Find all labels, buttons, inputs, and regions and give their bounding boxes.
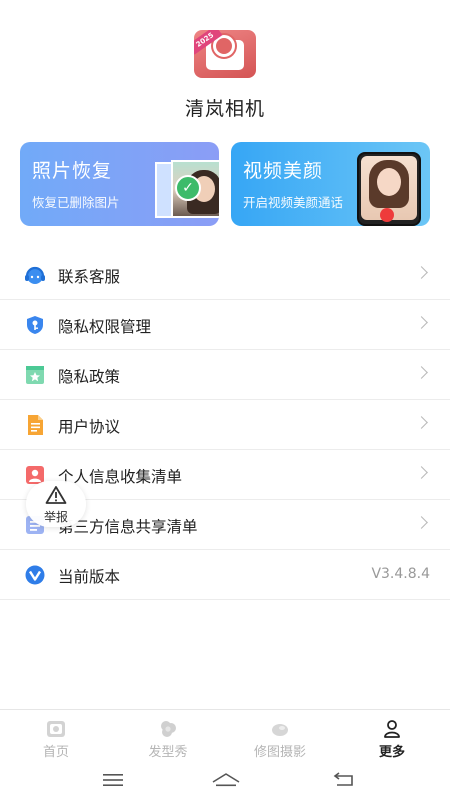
hang-up-icon	[380, 208, 394, 222]
photo-recovery-subtitle: 恢复已删除图片	[32, 195, 120, 210]
tab-more[interactable]: 更多	[336, 710, 448, 765]
back-icon[interactable]	[331, 772, 355, 788]
person-icon	[384, 720, 400, 738]
menu-item-user-agreement[interactable]: 用户协议	[0, 400, 450, 450]
menu-item-current-version: 当前版本 V3.4.8.4	[0, 550, 450, 600]
report-label: 举报	[43, 510, 68, 524]
bookmark-star-icon	[26, 366, 44, 384]
chevron-right-icon	[415, 266, 428, 279]
app-header: 2025 清岚相机	[0, 0, 450, 130]
shield-key-icon	[27, 316, 43, 334]
tab-label: 更多	[378, 745, 405, 760]
video-beauty-subtitle: 开启视频美颜通话	[243, 195, 344, 210]
tab-label: 首页	[42, 745, 69, 760]
tab-label: 发型秀	[148, 745, 188, 760]
chevron-right-icon	[415, 366, 428, 379]
menu-item-label: 个人信息收集清单	[58, 468, 183, 486]
chevron-right-icon	[415, 416, 428, 429]
camera-icon	[47, 721, 65, 737]
settings-menu-list: 联系客服 隐私权限管理 隐私政策 用户协议 个人信息收集清单 第三方信息共享清单…	[0, 250, 450, 600]
menu-item-contact-support[interactable]: 联系客服	[0, 250, 450, 300]
chevron-right-icon	[415, 466, 428, 479]
menu-item-label: 隐私权限管理	[58, 318, 152, 336]
version-v-icon	[25, 565, 45, 585]
app-name: 清岚相机	[184, 98, 265, 120]
video-beauty-title: 视频美颜	[243, 160, 324, 182]
photo-recovery-title: 照片恢复	[32, 160, 113, 182]
hairstyle-icon	[161, 721, 176, 737]
phone-video-call-image	[357, 152, 421, 226]
warning-icon	[45, 486, 67, 504]
document-icon	[28, 415, 43, 435]
edit-photo-icon	[272, 724, 288, 736]
chevron-right-icon	[415, 316, 428, 329]
tab-label: 修图摄影	[253, 745, 306, 760]
menu-item-label: 隐私政策	[58, 368, 121, 386]
tab-photo-editing[interactable]: 修图摄影	[224, 710, 336, 765]
chevron-right-icon	[415, 516, 428, 529]
menu-item-label: 当前版本	[58, 568, 121, 586]
menu-item-privacy-policy[interactable]: 隐私政策	[0, 350, 450, 400]
video-beauty-banner[interactable]: 视频美颜 开启视频美颜通话	[231, 142, 430, 226]
bottom-tab-bar: 首页 发型秀 修图摄影 更多	[0, 709, 450, 764]
app-logo-icon: 2025	[194, 30, 256, 78]
menu-item-label: 用户协议	[58, 418, 121, 436]
tab-hairstyle[interactable]: 发型秀	[112, 710, 224, 765]
system-navigation-bar	[0, 764, 450, 800]
tab-home[interactable]: 首页	[0, 710, 112, 765]
menu-item-label: 联系客服	[58, 268, 121, 286]
version-number: V3.4.8.4	[371, 566, 430, 582]
menu-icon[interactable]	[102, 772, 124, 788]
headset-icon	[25, 266, 45, 284]
home-icon[interactable]	[211, 772, 241, 788]
checkmark-icon: ✓	[175, 175, 201, 201]
report-button[interactable]: 举报	[26, 481, 86, 527]
menu-item-privacy-permissions[interactable]: 隐私权限管理	[0, 300, 450, 350]
photo-recovery-banner[interactable]: 照片恢复 恢复已删除图片 ✓	[20, 142, 219, 226]
